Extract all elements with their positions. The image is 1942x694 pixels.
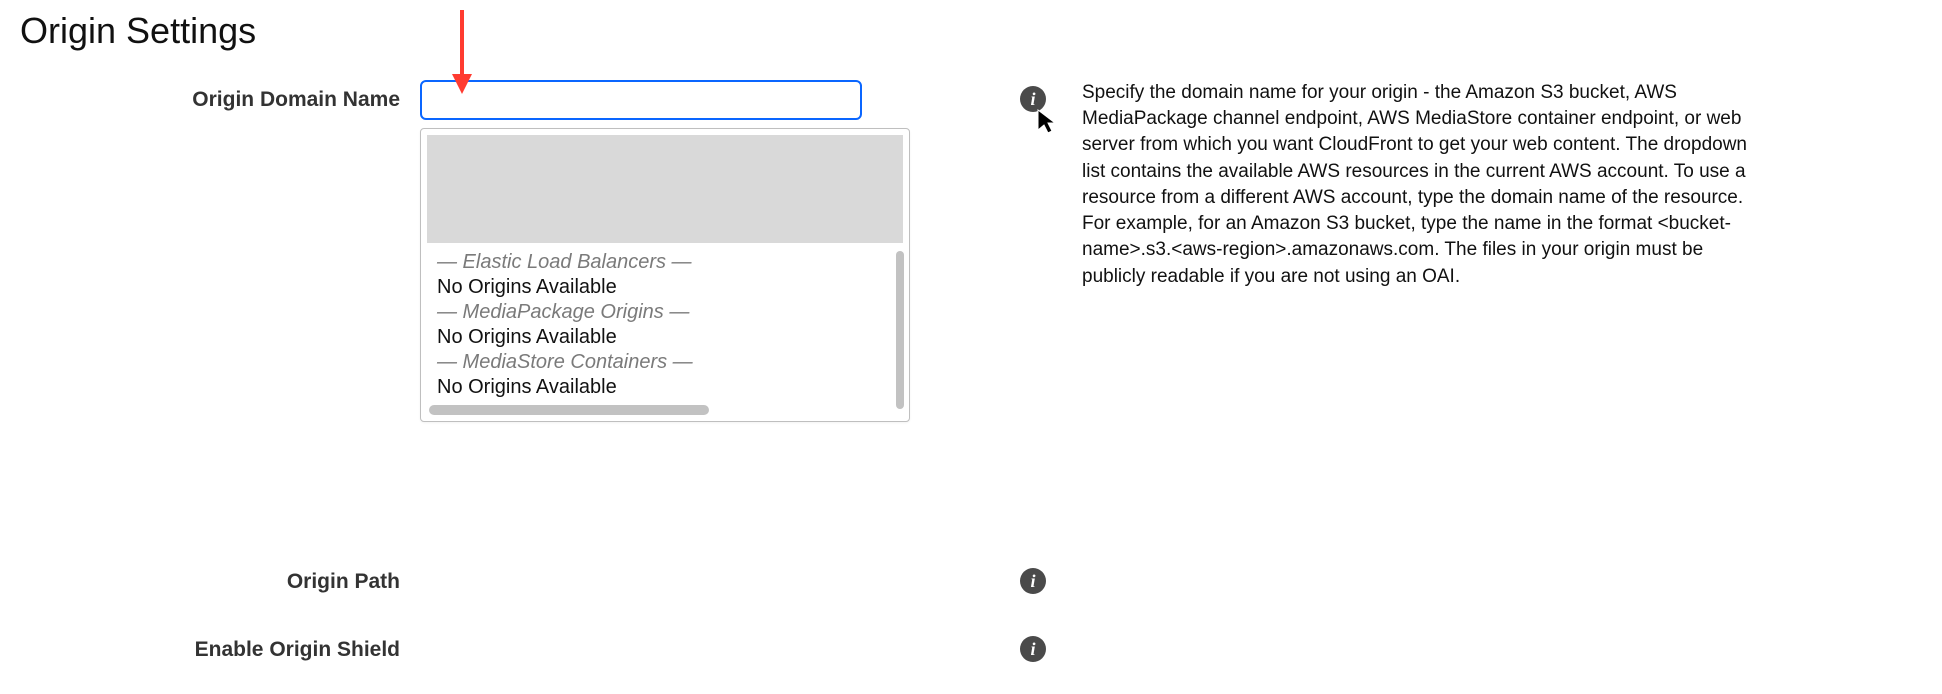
vertical-scrollbar-thumb[interactable]	[896, 251, 904, 409]
dropdown-scroll-area: — Elastic Load Balancers — No Origins Av…	[427, 251, 903, 399]
horizontal-scrollbar[interactable]	[427, 405, 903, 415]
horizontal-scrollbar-thumb[interactable]	[429, 405, 709, 415]
page-title: Origin Settings	[20, 10, 1922, 52]
info-icon[interactable]: i	[1020, 636, 1046, 662]
dropdown-group-item[interactable]: No Origins Available	[437, 326, 893, 349]
info-icon[interactable]: i	[1020, 86, 1046, 112]
vertical-scrollbar[interactable]	[894, 251, 904, 409]
row-enable-origin-shield: Enable Origin Shield i	[20, 630, 1922, 670]
label-origin-path: Origin Path	[20, 562, 420, 602]
dropdown-group-item[interactable]: No Origins Available	[437, 376, 893, 399]
dropdown-group-heading: — Elastic Load Balancers —	[437, 251, 893, 274]
row-origin-path: Origin Path i	[20, 562, 1922, 602]
label-enable-origin-shield: Enable Origin Shield	[20, 630, 420, 670]
dropdown-group-heading: — MediaStore Containers —	[437, 351, 893, 374]
dropdown-group-heading: — MediaPackage Origins —	[437, 301, 893, 324]
label-origin-domain-name: Origin Domain Name	[20, 80, 420, 120]
row-origin-domain-name: Origin Domain Name — Elastic Load Balanc…	[20, 80, 1922, 290]
dropdown-group-item[interactable]: No Origins Available	[437, 276, 893, 299]
origin-domain-dropdown[interactable]: — Elastic Load Balancers — No Origins Av…	[420, 128, 910, 422]
origin-domain-name-input[interactable]	[420, 80, 862, 120]
help-origin-domain-name: Specify the domain name for your origin …	[1082, 80, 1750, 290]
info-icon[interactable]: i	[1020, 568, 1046, 594]
dropdown-header-block	[427, 135, 903, 243]
